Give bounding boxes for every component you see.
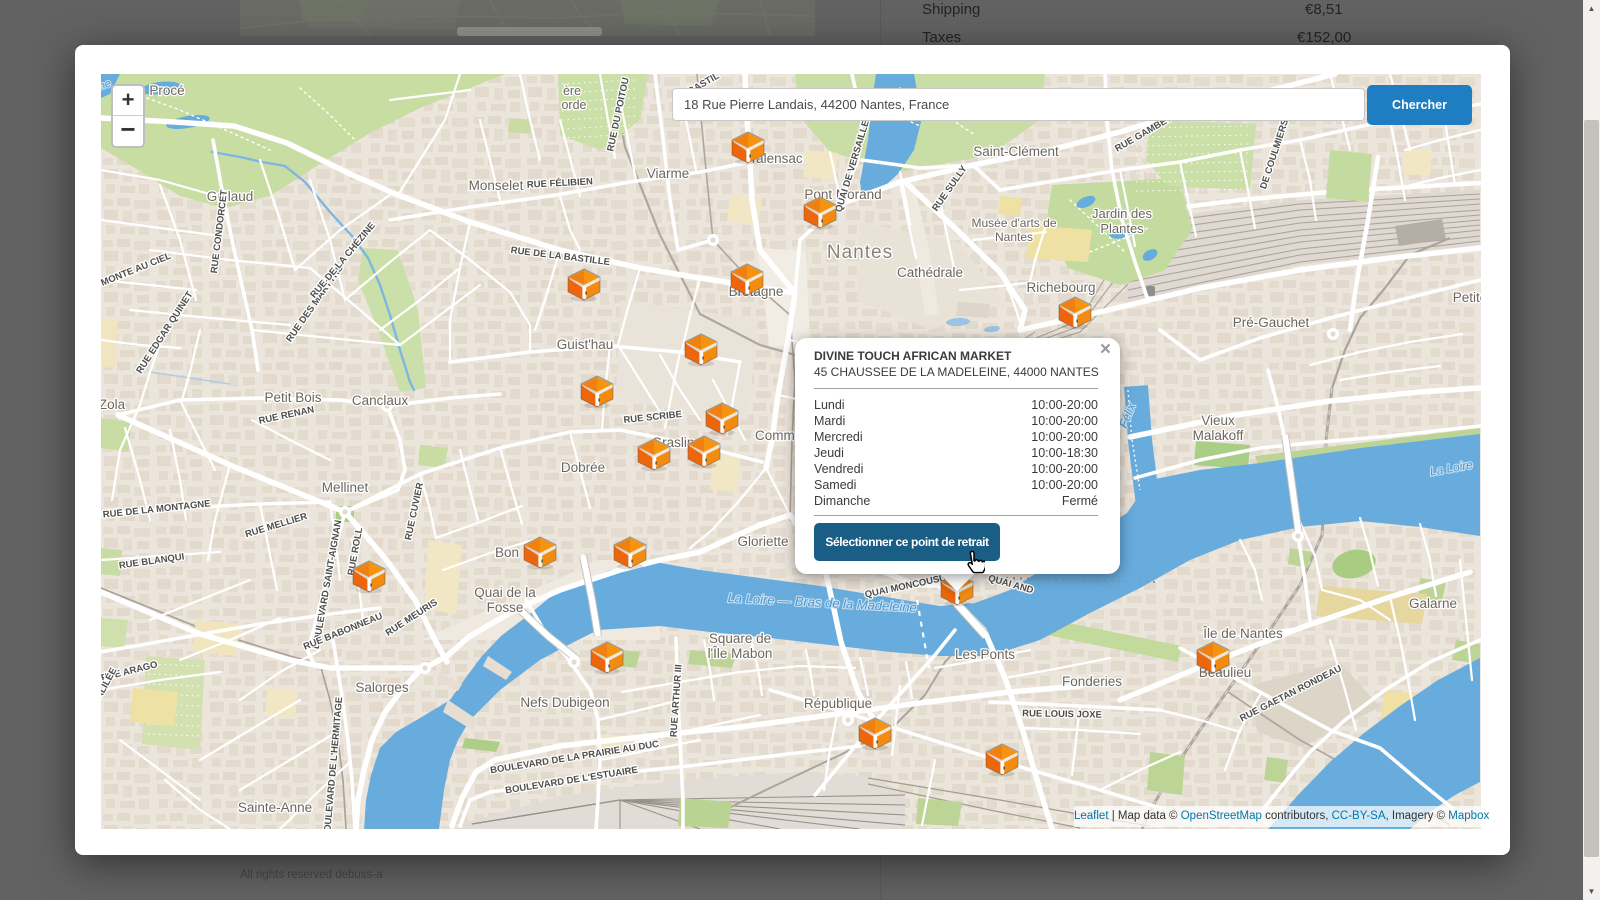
- svg-text:Monselet: Monselet: [469, 178, 524, 193]
- svg-text:Petite: Petite: [1453, 290, 1481, 305]
- svg-text:Vieux: Vieux: [1201, 413, 1235, 428]
- svg-text:Viarme: Viarme: [647, 166, 690, 181]
- svg-text:Sainte-Anne: Sainte-Anne: [238, 800, 312, 815]
- svg-text:ère: ère: [563, 84, 581, 98]
- svg-text:Square de: Square de: [709, 631, 771, 646]
- svg-text:Richebourg: Richebourg: [1026, 280, 1095, 295]
- svg-text:Dobrée: Dobrée: [561, 460, 605, 475]
- svg-text:République: République: [804, 696, 872, 711]
- svg-text:Pré-Gauchet: Pré-Gauchet: [1233, 315, 1310, 330]
- svg-text:Galarne: Galarne: [1409, 596, 1457, 611]
- svg-text:Les Ponts: Les Ponts: [955, 647, 1015, 662]
- svg-text:Quai de la: Quai de la: [474, 585, 536, 600]
- svg-text:RUE LOUIS JOXE: RUE LOUIS JOXE: [1022, 708, 1102, 720]
- svg-text:Musée d'arts de: Musée d'arts de: [971, 216, 1056, 230]
- svg-text:Procé: Procé: [149, 83, 184, 98]
- svg-text:Fosse: Fosse: [487, 600, 524, 615]
- svg-text:Jardin des: Jardin des: [1092, 206, 1152, 221]
- svg-text:Bon: Bon: [495, 545, 519, 560]
- svg-text:Île de Nantes: Île de Nantes: [1202, 626, 1283, 641]
- svg-text:l'Île Mabon: l'Île Mabon: [708, 646, 773, 661]
- svg-text:Salorges: Salorges: [355, 680, 409, 695]
- svg-text:orde: orde: [561, 98, 586, 112]
- svg-text:Nantes: Nantes: [995, 230, 1033, 244]
- svg-text:Zola: Zola: [101, 397, 126, 412]
- svg-text:Canclaux: Canclaux: [352, 393, 409, 408]
- svg-text:Plantes: Plantes: [1100, 221, 1144, 236]
- svg-text:Gloriette: Gloriette: [737, 534, 788, 549]
- svg-text:Fonderies: Fonderies: [1062, 674, 1122, 689]
- svg-text:Saint-Clément: Saint-Clément: [973, 144, 1059, 159]
- svg-text:Malakoff: Malakoff: [1193, 428, 1244, 443]
- svg-text:Mellinet: Mellinet: [322, 480, 369, 495]
- svg-text:Guist'hau: Guist'hau: [557, 337, 614, 352]
- svg-text:Petit Bois: Petit Bois: [264, 390, 321, 405]
- svg-text:Nefs Dubigeon: Nefs Dubigeon: [520, 695, 609, 710]
- svg-text:Cathédrale: Cathédrale: [897, 265, 963, 280]
- svg-text:Nantes: Nantes: [827, 242, 893, 263]
